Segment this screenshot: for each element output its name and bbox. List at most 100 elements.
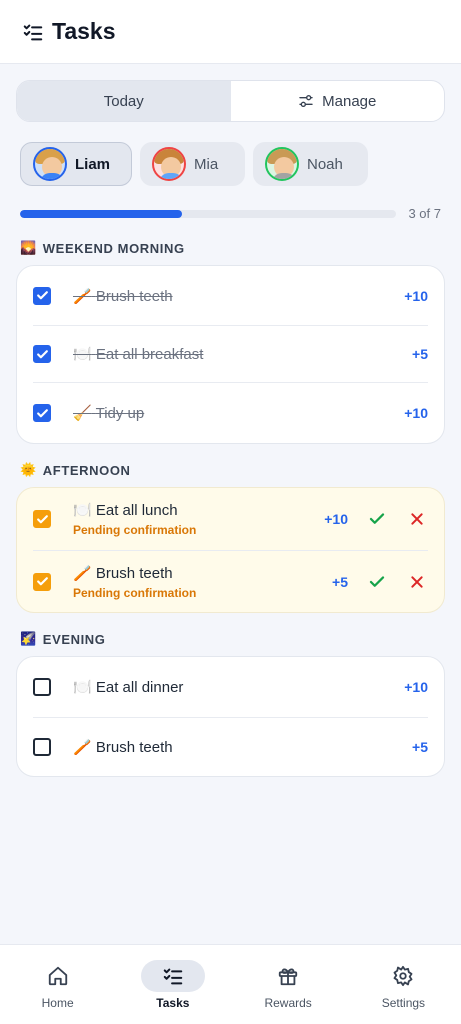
task-card-morning: 🪥 Brush teeth +10 🍽️ Eat all breakfast +… — [16, 265, 445, 444]
task-points: +10 — [324, 511, 348, 527]
tab-manage[interactable]: Manage — [231, 81, 445, 121]
tab-manage-label: Manage — [322, 92, 377, 110]
tab-today[interactable]: Today — [17, 81, 231, 121]
page-title: Tasks — [52, 18, 116, 44]
kid-chip-mia[interactable]: Mia — [140, 142, 245, 186]
task-checkbox[interactable] — [33, 572, 51, 591]
tasks-icon — [140, 960, 205, 992]
task-row[interactable]: 🪥 Brush teeth +10 — [33, 266, 428, 326]
pending-status: Pending confirmation — [73, 585, 197, 600]
task-content: 🍽️ Eat all dinner — [73, 678, 404, 696]
task-points: +5 — [412, 346, 428, 362]
gift-icon — [256, 960, 320, 992]
avatar — [265, 147, 299, 181]
task-row[interactable]: 🍽️ Eat all breakfast +5 — [33, 326, 428, 383]
checklist-icon — [22, 21, 44, 43]
task-checkbox[interactable] — [33, 738, 51, 756]
section-label: AFTERNOON — [42, 462, 131, 478]
app-header: Tasks — [0, 0, 461, 64]
section-title-morning: 🌄 WEEKEND MORNING — [20, 240, 185, 256]
nav-label: Home — [41, 996, 74, 1010]
task-row[interactable]: 🪥 Brush teeth +5 — [33, 718, 428, 776]
plate-icon: 🍽️ — [73, 679, 92, 696]
kid-name: Liam — [75, 155, 111, 173]
home-icon — [26, 960, 90, 992]
avatar — [33, 147, 67, 181]
progress: 3 of 7 — [20, 206, 441, 222]
kid-selector: Liam Mia Noah — [20, 142, 368, 186]
task-checkbox[interactable] — [33, 678, 51, 696]
task-row[interactable]: 🧹 Tidy up +10 — [33, 383, 428, 443]
task-name-text: Eat all lunch — [95, 502, 178, 519]
nav-label: Tasks — [156, 996, 190, 1010]
nav-item-tasks[interactable]: Tasks — [115, 945, 230, 1024]
progress-fill — [20, 210, 182, 218]
toothbrush-icon: 🪥 — [73, 287, 92, 305]
task-name-text: Eat all dinner — [95, 679, 184, 696]
tab-today-label: Today — [103, 92, 144, 110]
plate-icon: 🍽️ — [73, 502, 92, 519]
toothbrush-icon: 🪥 — [73, 739, 92, 756]
task-points: +10 — [404, 287, 428, 304]
task-content: 🪥 Brush teeth — [73, 287, 404, 305]
task-name-text: Eat all breakfast — [95, 346, 204, 363]
kid-chip-liam[interactable]: Liam — [20, 142, 132, 186]
task-name: 🍽️ Eat all dinner — [73, 678, 404, 696]
plate-icon: 🍽️ — [73, 346, 92, 363]
task-points: +10 — [404, 679, 428, 695]
sunrise-icon: 🌄 — [20, 240, 37, 255]
progress-label: 3 of 7 — [408, 206, 441, 221]
kid-name: Mia — [194, 155, 219, 173]
section-label: EVENING — [42, 631, 106, 647]
nav-item-rewards[interactable]: Rewards — [231, 945, 346, 1024]
task-name: 🪥 Brush teeth — [73, 738, 412, 756]
task-content: 🪥 Brush teeth Pending confirmation — [73, 564, 332, 600]
nav-item-settings[interactable]: Settings — [346, 945, 461, 1024]
task-name-text: Brush teeth — [95, 564, 173, 582]
avatar — [152, 147, 186, 181]
task-content: 🪥 Brush teeth — [73, 738, 412, 756]
confirm-icon[interactable] — [366, 508, 388, 530]
task-name: 🍽️ Eat all breakfast — [73, 345, 412, 363]
reject-icon[interactable] — [406, 571, 428, 593]
task-row[interactable]: 🪥 Brush teeth Pending confirmation +5 — [33, 551, 428, 612]
task-checkbox[interactable] — [33, 510, 51, 528]
pending-status: Pending confirmation — [73, 523, 197, 537]
broom-icon: 🧹 — [73, 405, 92, 422]
task-content: 🧹 Tidy up — [73, 404, 404, 422]
kid-chip-noah[interactable]: Noah — [253, 142, 368, 186]
task-checkbox[interactable] — [33, 404, 51, 422]
task-points: +10 — [404, 405, 428, 421]
task-name-text: Brush teeth — [95, 739, 173, 756]
sun-icon: 🌞 — [20, 462, 37, 477]
task-name: 🧹 Tidy up — [73, 404, 404, 422]
task-checkbox[interactable] — [33, 345, 51, 363]
kid-name: Noah — [307, 155, 343, 173]
task-content: 🍽️ Eat all lunch Pending confirmation — [73, 501, 324, 537]
task-name: 🪥 Brush teeth — [73, 287, 404, 305]
task-checkbox[interactable] — [33, 286, 51, 305]
task-content: 🍽️ Eat all breakfast — [73, 345, 412, 363]
task-card-afternoon: 🍽️ Eat all lunch Pending confirmation +1… — [16, 487, 445, 613]
task-card-evening: 🍽️ Eat all dinner +10 🪥 Brush teeth +5 — [16, 656, 445, 777]
view-toggle: Today Manage — [16, 80, 445, 122]
gear-icon — [371, 960, 435, 992]
night-sky-icon: 🌠 — [20, 631, 37, 646]
task-name-text: Tidy up — [95, 405, 145, 422]
nav-label: Settings — [381, 996, 426, 1010]
task-row[interactable]: 🍽️ Eat all dinner +10 — [33, 657, 428, 718]
section-title-afternoon: 🌞 AFTERNOON — [20, 462, 131, 478]
task-row[interactable]: 🍽️ Eat all lunch Pending confirmation +1… — [33, 488, 428, 551]
nav-label: Rewards — [264, 996, 312, 1010]
section-label: WEEKEND MORNING — [42, 240, 185, 256]
reject-icon[interactable] — [406, 508, 428, 530]
bottom-nav: Home Tasks Rewards Settings — [0, 944, 461, 1024]
sliders-icon — [299, 95, 313, 107]
confirm-icon[interactable] — [366, 571, 388, 593]
task-points: +5 — [412, 739, 428, 755]
task-name: 🪥 Brush teeth — [73, 564, 332, 582]
task-points: +5 — [332, 573, 348, 590]
progress-bar — [20, 210, 396, 218]
nav-item-home[interactable]: Home — [0, 945, 115, 1024]
toothbrush-icon: 🪥 — [73, 564, 92, 582]
